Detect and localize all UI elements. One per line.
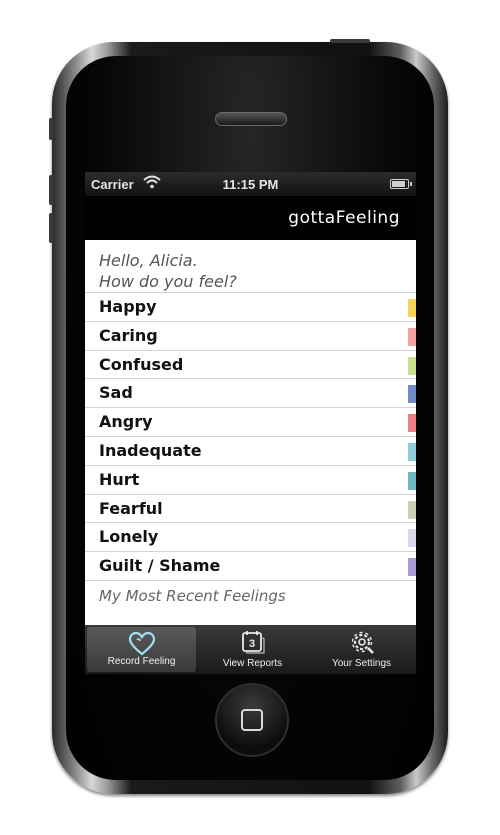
tab-label: View Reports [222,658,283,669]
color-swatch [408,558,416,577]
calendar-icon: 3 [241,631,265,654]
feeling-label: Fearful [99,498,163,518]
feeling-label: Inadequate [99,440,202,460]
feeling-row-angry[interactable]: Angry [85,408,416,437]
earpiece-speaker [215,112,287,126]
calendar-number: 3 [248,638,254,650]
feeling-label: Happy [99,297,157,316]
home-square-icon [241,709,263,731]
feeling-row-inadequate[interactable]: Inadequate [85,437,416,466]
feeling-label: Hurt [99,469,140,489]
tab-label: Your Settings [331,658,392,669]
feeling-row-guilt-shame[interactable]: Guilt / Shame [85,552,416,581]
mute-switch[interactable] [49,118,53,140]
feeling-row-hurt[interactable]: Hurt [85,466,416,495]
feeling-label: Guilt / Shame [99,556,221,576]
feeling-label: Confused [99,354,184,374]
battery-icon [390,179,412,189]
nav-bar: gottaFeeling [85,196,416,240]
heart-icon [128,631,155,656]
home-button[interactable] [215,683,289,757]
greeting-line-2: How do you feel? [99,272,237,291]
color-swatch [408,471,416,490]
feeling-label: Lonely [99,527,159,547]
tab-label: Record Feeling [107,656,176,667]
color-swatch [408,385,416,404]
feeling-label: Caring [99,325,158,345]
feeling-label: Sad [99,383,133,403]
greeting: Hello, Alicia. How do you feel? [85,240,416,293]
feeling-row-caring[interactable]: Caring [85,322,416,351]
gear-icon [351,631,374,654]
volume-down-button[interactable] [49,213,53,243]
volume-up-button[interactable] [49,175,53,205]
tab-view-reports[interactable]: 3 View Reports [198,625,307,674]
feeling-row-happy[interactable]: Happy [85,293,416,322]
clock: 11:15 PM [222,177,279,192]
color-swatch [408,356,416,375]
app-title: gottaFeeling [288,208,400,228]
feeling-row-fearful[interactable]: Fearful [85,495,416,524]
greeting-line-1: Hello, Alicia. [99,251,198,270]
tab-record-feeling[interactable]: Record Feeling [87,627,196,672]
feeling-row-confused[interactable]: Confused [85,351,416,380]
color-swatch [408,500,416,519]
sleep-button[interactable] [330,39,370,43]
feelings-list: Hello, Alicia. How do you feel? Happy Ca… [85,240,416,626]
color-swatch [408,529,416,548]
tab-your-settings[interactable]: Your Settings [307,625,416,674]
feeling-label: Angry [99,412,153,432]
tab-bar: Record Feeling 3 View Reports Your Setti… [85,625,416,674]
feeling-row-lonely[interactable]: Lonely [85,523,416,553]
color-swatch [408,299,416,317]
feeling-row-sad[interactable]: Sad [85,379,416,409]
color-swatch [408,442,416,461]
color-swatch [408,414,416,433]
recent-feelings-link[interactable]: My Most Recent Feelings [85,581,416,611]
phone-screen: Carrier 11:15 PM gottaFeeling Hello, Ali… [85,172,416,674]
status-bar: Carrier 11:15 PM [85,172,416,196]
color-swatch [408,327,416,346]
